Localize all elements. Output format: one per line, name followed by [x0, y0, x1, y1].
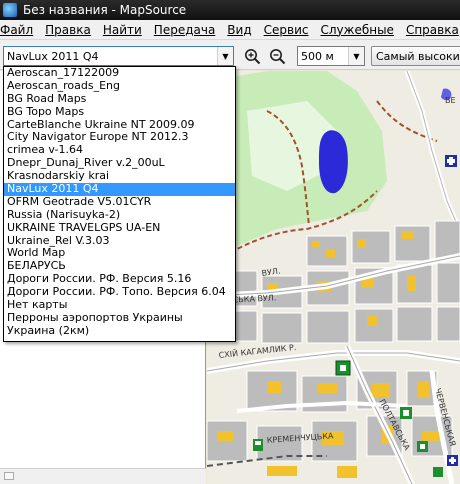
map-product-option[interactable]: БЕЛАРУСЬ — [4, 260, 235, 273]
map-product-option[interactable]: Украина (2км) — [4, 325, 235, 338]
chevron-down-icon[interactable]: ▼ — [217, 47, 233, 65]
menu-bar: Файл Правка Найти Передача Вид Сервис Сл… — [0, 20, 460, 40]
map-view[interactable]: ВУЛ. ЇВСЬКА ВУЛ. СХІЙ КАГАМЛИК Р. ПОЛТАВ… — [207, 71, 460, 484]
map-product-option[interactable]: OFRM Geotrade V5.01CYR — [4, 196, 235, 209]
menu-tools[interactable]: Сервис — [258, 23, 315, 37]
map-product-option[interactable]: CarteBlanche Ukraine NT 2009.09 — [4, 119, 235, 132]
map-product-option[interactable]: Aeroscan_17122009 — [4, 67, 235, 80]
menu-file[interactable]: Файл — [0, 23, 39, 37]
poi-icon[interactable] — [253, 439, 263, 451]
detail-level-button[interactable]: Самый высокий — [371, 46, 460, 66]
menu-edit[interactable]: Правка — [39, 23, 97, 37]
map-product-option[interactable]: NavLux 2011 Q4 — [4, 183, 235, 196]
zoom-in-icon — [244, 48, 260, 64]
map-product-value: NavLux 2011 Q4 — [7, 49, 99, 63]
title-bar: Без названия - MapSource — [0, 0, 460, 20]
map-product-option[interactable]: City Navigator Europe NT 2012.3 — [4, 131, 235, 144]
map-product-dropdown-list[interactable]: Aeroscan_17122009 Aeroscan_roads_Eng BG Ro… — [3, 66, 236, 342]
zoom-out-icon — [269, 48, 285, 64]
hospital-icon[interactable] — [445, 155, 457, 167]
menu-find[interactable]: Найти — [97, 23, 148, 37]
map-product-option[interactable]: Krasnodarskiy krai — [4, 170, 235, 183]
left-panel-statusbar — [0, 468, 206, 484]
poi-icon[interactable] — [417, 441, 428, 452]
scale-combo[interactable]: 500 м ▼ — [297, 46, 365, 66]
map-product-option[interactable]: UKRAINE TRAVELGPS UA-EN — [4, 222, 235, 235]
poi-icon[interactable] — [433, 467, 443, 477]
hospital-icon[interactable] — [447, 455, 458, 466]
menu-help[interactable]: Справка — [400, 23, 460, 37]
zoom-in-button[interactable] — [243, 47, 261, 65]
map-product-option[interactable]: BG Topo Maps — [4, 106, 235, 119]
mapsource-window: Без названия - MapSource Файл Правка Най… — [0, 0, 460, 484]
menu-transfer[interactable]: Передача — [148, 23, 222, 37]
map-product-combo[interactable]: NavLux 2011 Q4 ▼ — [3, 46, 234, 66]
chevron-down-icon[interactable]: ▼ — [348, 47, 364, 65]
menu-view[interactable]: Вид — [221, 23, 257, 37]
window-title: Без названия - MapSource — [23, 3, 187, 17]
map-product-option[interactable]: Aeroscan_roads_Eng — [4, 80, 235, 93]
map-canvas[interactable]: ВУЛ. ЇВСЬКА ВУЛ. СХІЙ КАГАМЛИК Р. ПОЛТАВ… — [207, 71, 460, 484]
map-product-option[interactable]: Нет карты — [4, 299, 235, 312]
panel-grip-icon[interactable] — [4, 472, 14, 480]
detail-level-value: Самый высокий — [376, 49, 460, 63]
map-product-option[interactable]: Дороги России. РФ. Топо. Версия 6.04 — [4, 286, 235, 299]
menu-utilities[interactable]: Служебные — [314, 23, 399, 37]
map-product-option[interactable]: BG Road Maps — [4, 93, 235, 106]
map-product-option[interactable]: Dnepr_Dunaj_River v.2_00uL — [4, 157, 235, 170]
map-product-option[interactable]: World Map — [4, 247, 235, 260]
street-label: ВЕ — [445, 96, 456, 105]
map-product-option[interactable]: Дороги России. РФ. Версия 5.16 — [4, 273, 235, 286]
map-product-option[interactable]: Russia (Narisuyka-2) — [4, 209, 235, 222]
app-icon — [3, 3, 17, 17]
map-product-option[interactable]: crimea v-1.64 — [4, 144, 235, 157]
map-product-option[interactable]: Перроны аэропортов Украины — [4, 312, 235, 325]
scale-value: 500 м — [301, 49, 334, 63]
map-product-option[interactable]: Ukraine_Rel V.3.03 — [4, 235, 235, 248]
park-poi-icon[interactable] — [335, 360, 351, 376]
zoom-out-button[interactable] — [268, 47, 286, 65]
fuel-icon[interactable] — [400, 407, 412, 419]
